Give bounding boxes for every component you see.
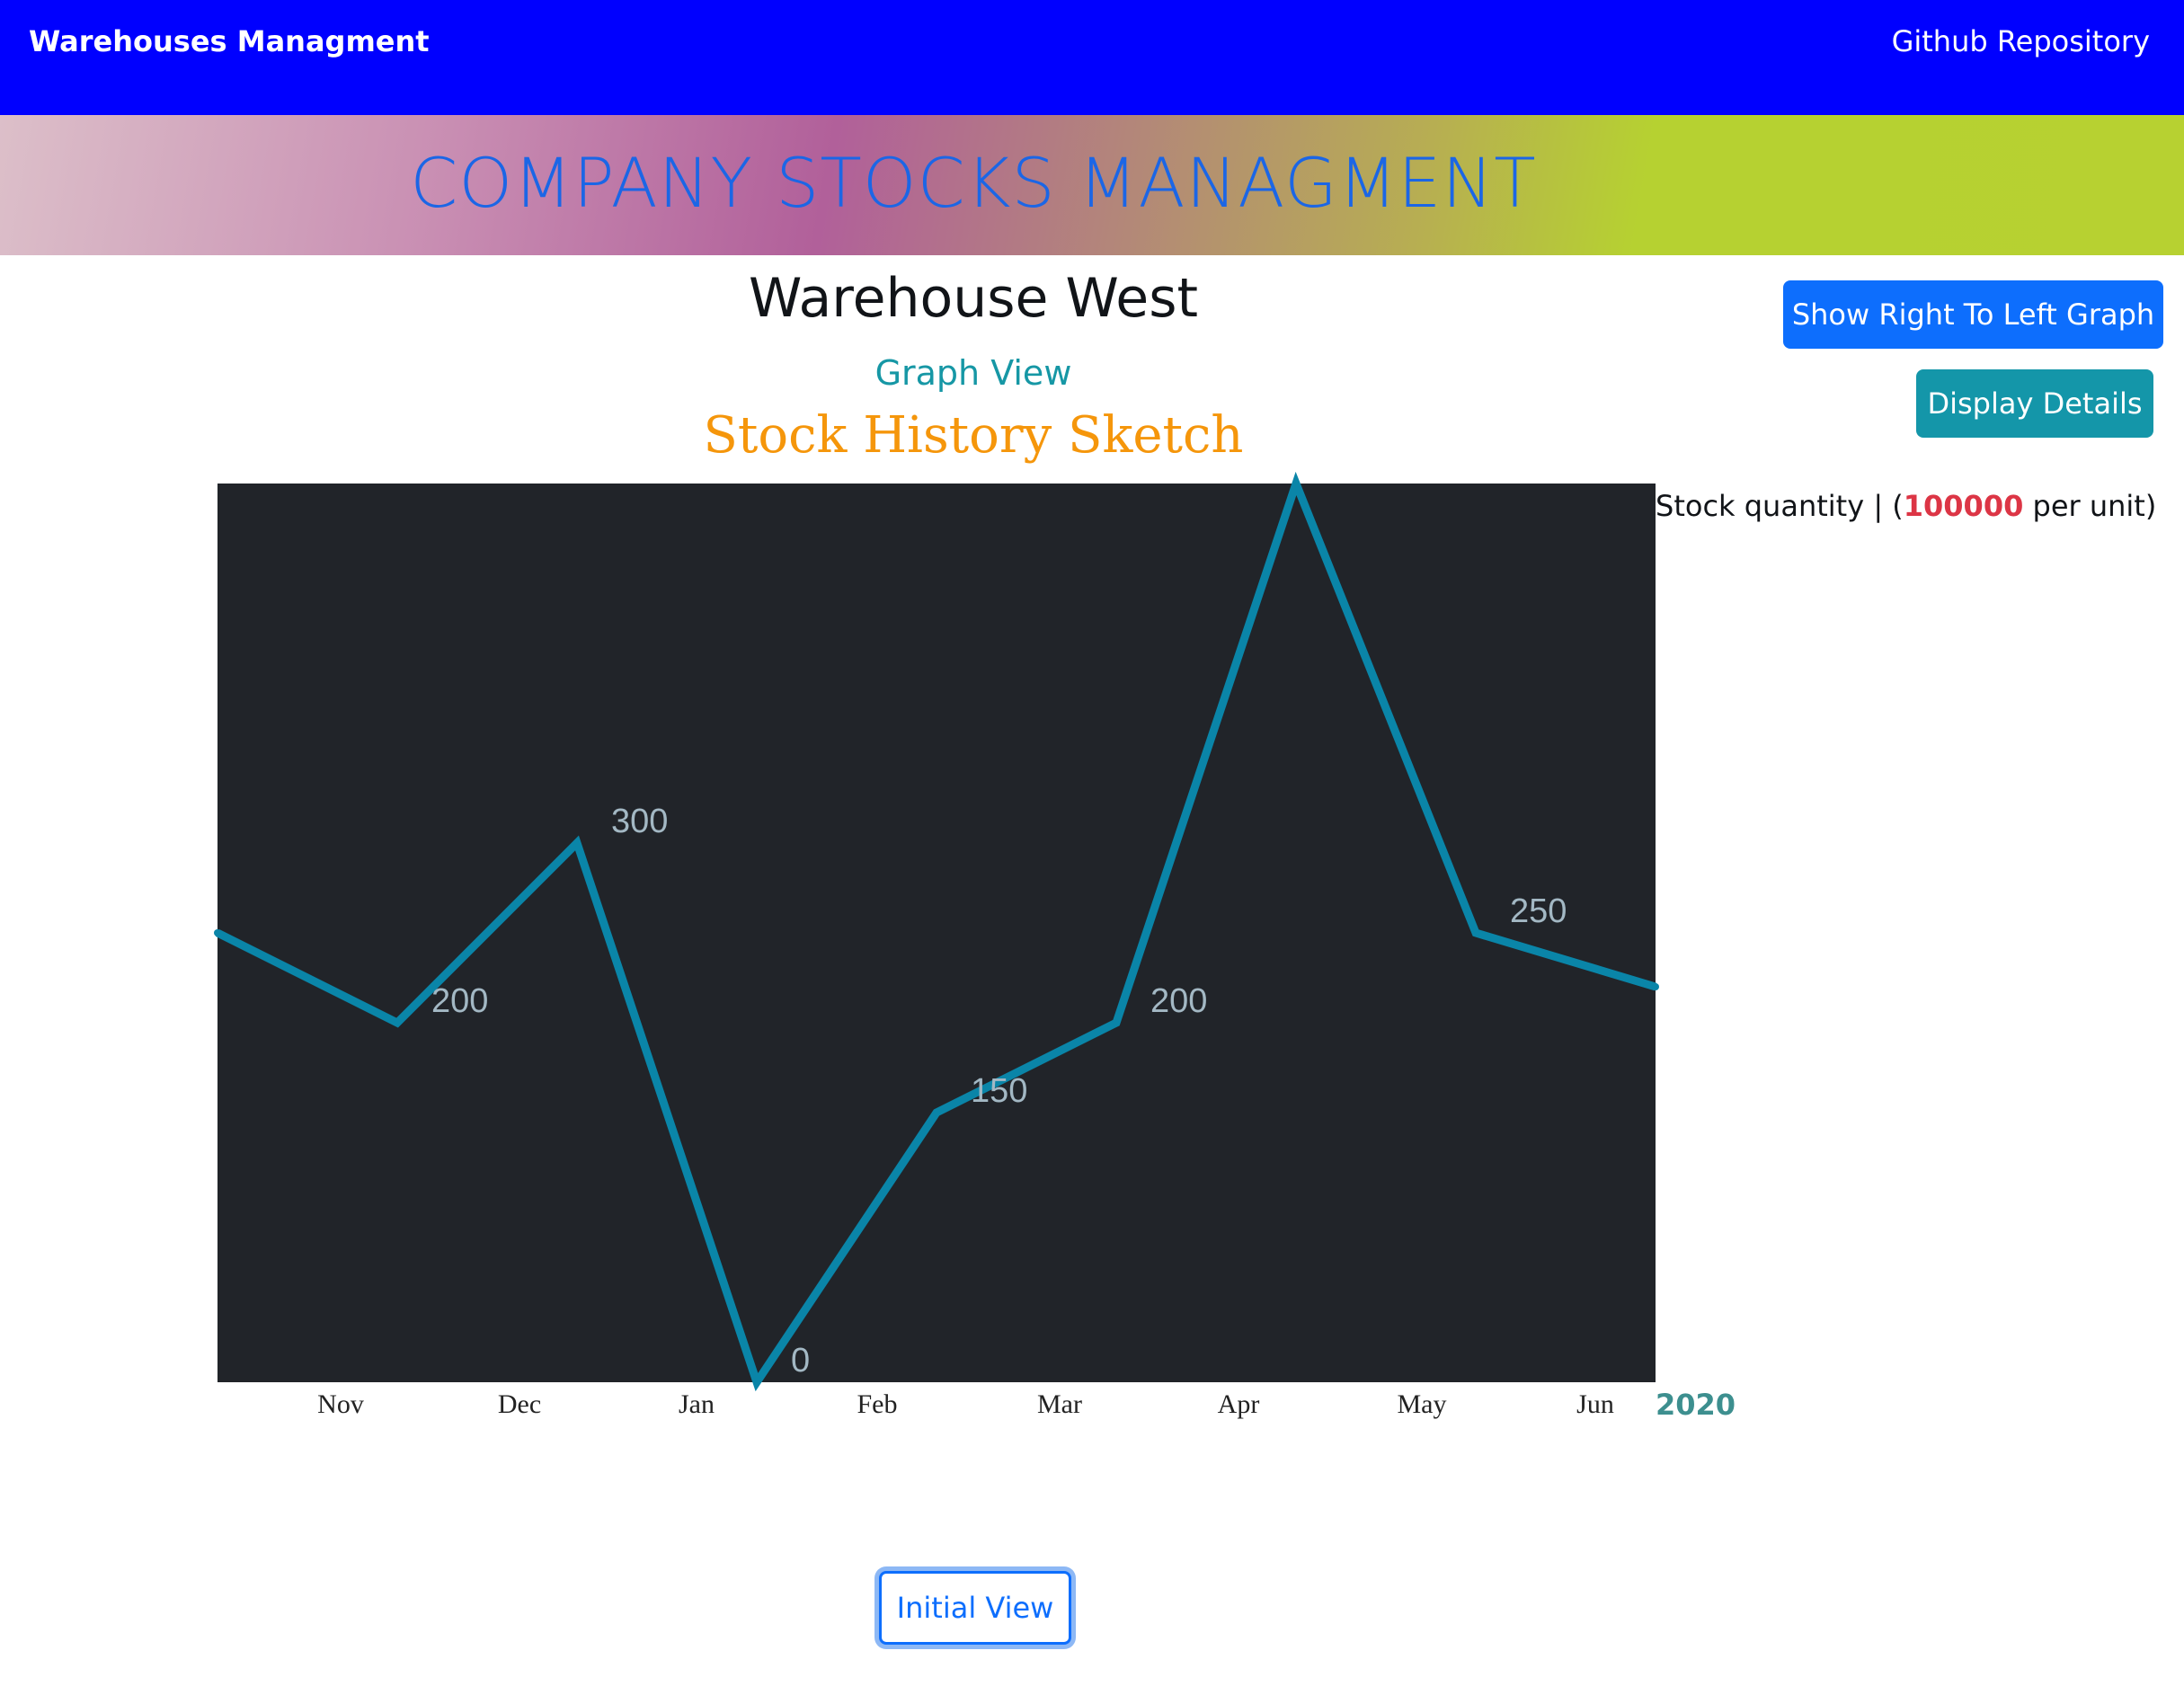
plot-background (218, 484, 1656, 1382)
data-point (573, 839, 581, 847)
x-tick-label: Nov (317, 1389, 364, 1419)
data-label: 250 (1510, 892, 1567, 930)
x-tick-label: Apr (1218, 1389, 1260, 1419)
stock-quantity-suffix: per unit) (2023, 489, 2157, 523)
data-point (394, 1019, 401, 1026)
data-label: 0 (791, 1342, 810, 1380)
x-tick-label: Feb (857, 1389, 898, 1419)
stock-quantity-prefix: Stock quantity | ( (1656, 489, 1904, 523)
data-point (933, 1109, 940, 1116)
data-point (753, 1379, 760, 1386)
data-label: 200 (1150, 982, 1207, 1020)
data-point (214, 929, 221, 936)
data-label: 150 (971, 1072, 1027, 1110)
x-tick-label: Jan (679, 1389, 715, 1419)
x-tick-label: Dec (498, 1389, 541, 1419)
year-label: 2020 (1656, 1388, 1736, 1422)
initial-view-button[interactable]: Initial View (879, 1571, 1071, 1645)
x-tick-label: Mar (1037, 1389, 1082, 1419)
data-point (1113, 1019, 1120, 1026)
data-point (1292, 480, 1300, 487)
data-point (1472, 929, 1479, 936)
stock-quantity-label: Stock quantity | (100000 per unit) (1656, 489, 2156, 523)
data-label: 300 (611, 803, 668, 840)
stock-history-chart: 200 300 0 150 200 250 Nov Dec Jan Feb Mar Apr May Ju… (214, 471, 1659, 1419)
data-label: 200 (431, 982, 488, 1020)
data-point (1652, 983, 1659, 990)
x-tick-label: Jun (1576, 1389, 1614, 1419)
x-tick-label: May (1398, 1389, 1447, 1419)
unit-value: 100000 (1903, 489, 2024, 523)
